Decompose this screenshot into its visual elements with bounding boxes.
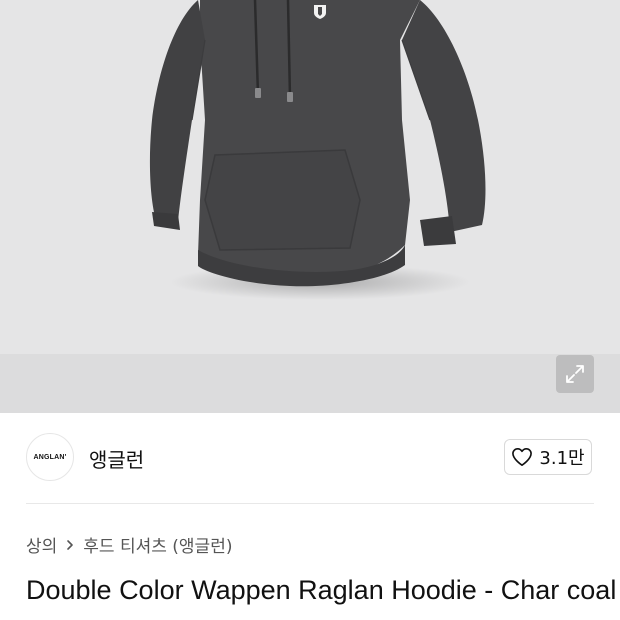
divider (26, 503, 594, 504)
breadcrumb-item-subcategory[interactable]: 후드 티셔츠 (앵글런) (83, 532, 232, 557)
brand-name-link[interactable]: 앵글런 (89, 444, 144, 473)
like-count: 3.1만 (539, 448, 585, 469)
brand-logo-text: ANGLAN' (33, 453, 67, 461)
chevron-right-icon (67, 539, 74, 550)
breadcrumb: 상의 후드 티셔츠 (앵글런) (26, 532, 232, 557)
expand-image-button[interactable] (556, 355, 594, 393)
expand-arrows-icon (566, 365, 584, 383)
heart-outline-icon (512, 448, 533, 466)
brand-logo[interactable]: ANGLAN' (26, 433, 74, 481)
brand-row: ANGLAN' 앵글런 3.1만 (26, 433, 594, 483)
breadcrumb-item-category[interactable]: 상의 (26, 532, 57, 557)
product-image[interactable] (0, 0, 620, 354)
like-button[interactable]: 3.1만 (504, 439, 592, 475)
product-image-area[interactable] (0, 0, 620, 413)
image-bottom-strip (0, 354, 620, 413)
product-title: Double Color Wappen Raglan Hoodie - Char… (26, 575, 617, 605)
